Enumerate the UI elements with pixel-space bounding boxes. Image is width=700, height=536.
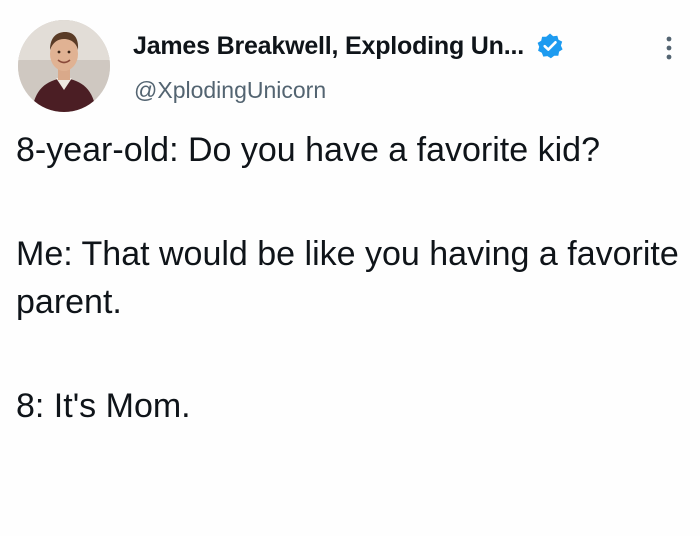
author-name-row: James Breakwell, Exploding Un... [133,28,564,64]
verified-badge-icon [536,32,564,60]
tweet-paragraph: 8: It's Mom. [16,387,191,425]
author-handle[interactable]: @XplodingUnicorn [134,77,326,104]
tweet-paragraph: Me: That would be like you having a favo… [16,235,679,321]
author-display-name[interactable]: James Breakwell, Exploding Un... [133,32,524,61]
tweet-card: James Breakwell, Exploding Un... @Xplodi… [0,0,700,536]
more-options-icon[interactable] [661,30,677,66]
avatar[interactable] [18,20,110,112]
avatar-photo-icon [18,20,110,112]
tweet-paragraph: 8-year-old: Do you have a favorite kid? [16,131,600,169]
tweet-text: 8-year-old: Do you have a favorite kid? … [16,126,688,430]
